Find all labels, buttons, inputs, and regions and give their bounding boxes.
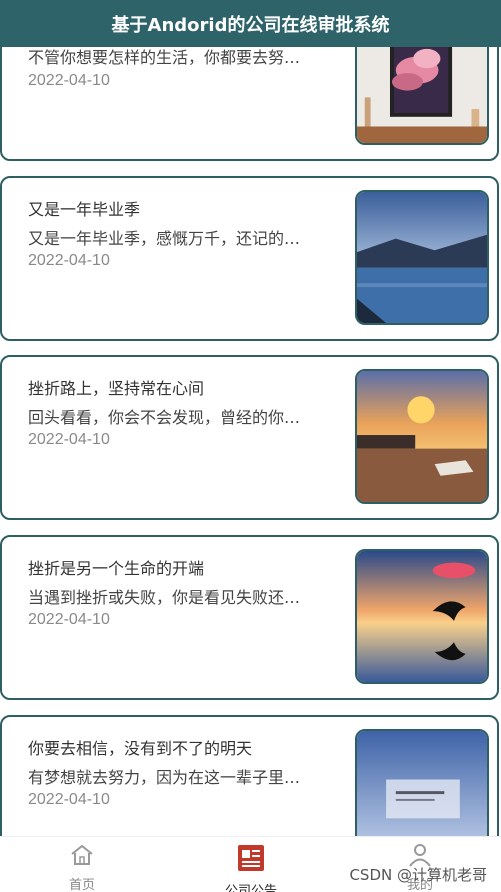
announcement-image — [355, 190, 489, 325]
announcement-title: 挫折是另一个生命的开端 — [28, 559, 205, 578]
announcement-desc: 有梦想就去努力，因为在这一辈子里… — [28, 768, 301, 787]
page-title: 基于Andorid的公司在线审批系统 — [111, 14, 390, 36]
announcement-desc: 当遇到挫折或失败，你是看见失败还… — [28, 588, 301, 607]
list-item[interactable]: 你要去相信，没有到不了的明天 有梦想就去努力，因为在这一辈子里… 2022-04… — [0, 715, 499, 836]
announcement-list[interactable]: 不管你想要怎样的生活，你都要去努… 2022-04-10 又是一年毕业季 又是一… — [0, 0, 501, 836]
announcement-date: 2022-04-10 — [28, 611, 110, 628]
tab-home[interactable]: 首页 — [27, 843, 137, 892]
announcement-title: 挫折路上，坚持常在心间 — [28, 379, 205, 398]
tab-announcement[interactable]: 公司公告 — [196, 843, 306, 892]
list-item[interactable]: 挫折是另一个生命的开端 当遇到挫折或失败，你是看见失败还… 2022-04-10 — [0, 535, 499, 700]
announcement-date: 2022-04-10 — [28, 72, 110, 89]
bottom-tabbar: 首页 公司公告 我的 CSDN @计算机老哥 — [0, 836, 501, 892]
announcement-title: 又是一年毕业季 — [28, 200, 141, 219]
list-item[interactable]: 挫折路上，坚持常在心间 回头看看，你会不会发现，曾经的你… 2022-04-10 — [0, 355, 499, 520]
announcement-date: 2022-04-10 — [28, 791, 110, 808]
announcement-desc: 回头看看，你会不会发现，曾经的你… — [28, 408, 301, 427]
announcement-image — [355, 729, 489, 836]
watermark: CSDN @计算机老哥 — [349, 866, 487, 884]
announcement-title: 你要去相信，没有到不了的明天 — [28, 739, 253, 758]
tab-label: 公司公告 — [224, 884, 277, 892]
announcement-date: 2022-04-10 — [28, 252, 110, 269]
home-icon — [69, 843, 95, 871]
app-header: 基于Andorid的公司在线审批系统 — [0, 0, 501, 47]
announcement-image — [355, 549, 489, 684]
tab-label: 首页 — [68, 878, 95, 892]
announcement-image — [355, 369, 489, 504]
announcement-icon — [236, 843, 266, 877]
announcement-date: 2022-04-10 — [28, 431, 110, 448]
list-item[interactable]: 又是一年毕业季 又是一年毕业季，感慨万千，还记的… 2022-04-10 — [0, 176, 499, 341]
announcement-desc: 不管你想要怎样的生活，你都要去努… — [28, 48, 301, 67]
announcement-desc: 又是一年毕业季，感慨万千，还记的… — [28, 229, 301, 248]
